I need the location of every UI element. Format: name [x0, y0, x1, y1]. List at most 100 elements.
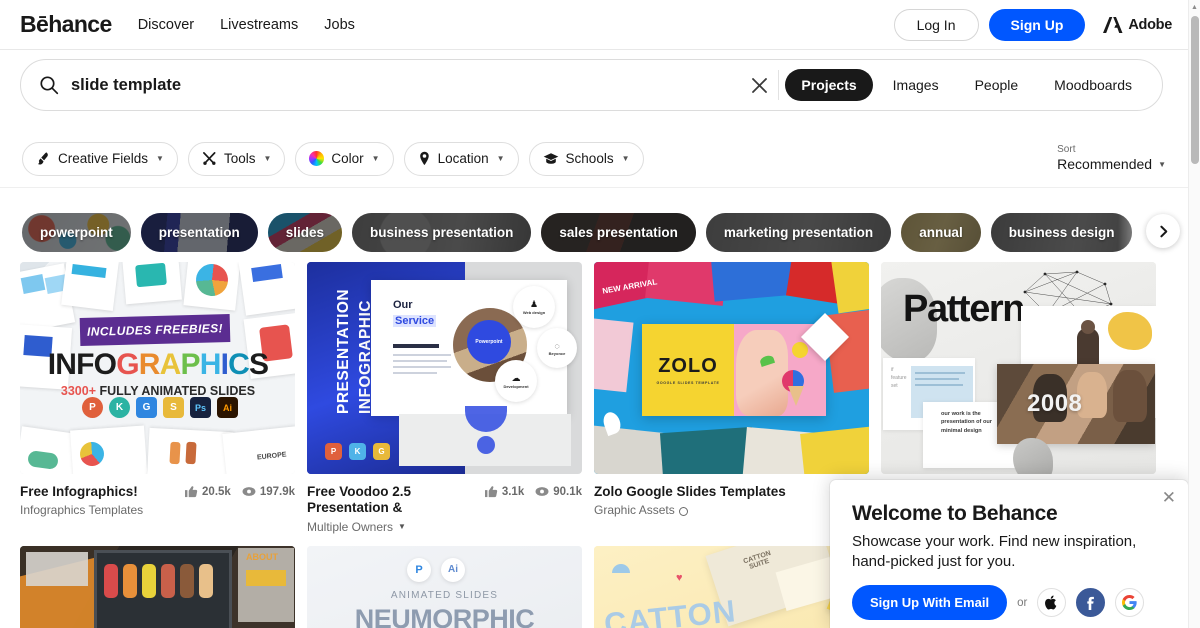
nav-link-discover[interactable]: Discover [138, 17, 194, 33]
project-thumbnail[interactable]: ABOUT [20, 545, 295, 628]
scroll-up-button[interactable]: ▲ [1189, 0, 1200, 14]
thumb-slide-title1: Our [393, 299, 413, 311]
chevron-right-icon [1159, 225, 1167, 237]
tag-chip-label: annual [919, 225, 963, 240]
project-card-text: Free Voodoo 2.5 Presentation & Multiple … [307, 484, 485, 534]
views-count: 197.9k [259, 485, 295, 498]
thumbs-up-icon [484, 486, 498, 498]
color-wheel-icon [309, 151, 325, 166]
tag-chip-business-presentation[interactable]: business presentation [352, 213, 532, 252]
tag-chip-label: business presentation [370, 225, 514, 240]
nav-right-actions: Log In Sign Up Adobe [893, 8, 1172, 41]
popup-actions: Sign Up With Email or [852, 585, 1166, 620]
popup-close-icon[interactable]: ✕ [1162, 489, 1176, 506]
project-owner-label: Infographics Templates [20, 503, 144, 518]
project-owner[interactable]: Infographics Templates [20, 503, 179, 517]
chip-next-button[interactable] [1146, 214, 1180, 248]
project-title[interactable]: Free Voodoo 2.5 Presentation & [307, 484, 479, 517]
chevron-down-icon: ▼ [263, 154, 272, 163]
thumb-sub: ANIMATED SLIDES [390, 589, 499, 601]
thumb-headline: INFOGRAPHICS [47, 348, 269, 381]
filter-schools[interactable]: Schools ▼ [528, 141, 644, 176]
sort-value[interactable]: Recommended ▼ [1057, 156, 1166, 173]
thumb-app-icons: P K G S Ps Ai [82, 397, 238, 418]
thumbs-up-icon [185, 486, 198, 498]
tag-chip-sales-presentation[interactable]: sales presentation [541, 213, 696, 252]
project-thumbnail[interactable]: NEW ARRIVAL ZOLO GOOGLE SLIDES TEMPLATE [594, 262, 869, 474]
tag-chip-annual[interactable]: annual [901, 213, 981, 252]
nav-link-jobs[interactable]: Jobs [324, 17, 355, 33]
filter-creative-fields-label: Creative Fields [58, 151, 149, 166]
chevron-down-icon: ▼ [371, 154, 380, 163]
page-scrollbar[interactable]: ▲ [1188, 0, 1200, 628]
chevron-down-icon: ▼ [156, 154, 164, 163]
facebook-icon[interactable] [1076, 588, 1106, 617]
project-card-text: Zolo Google Slides Templates Graphic Ass… [594, 484, 846, 517]
filter-creative-fields[interactable]: Creative Fields ▼ [22, 141, 178, 176]
nav-link-livestreams[interactable]: Livestreams [220, 17, 298, 33]
sign-up-with-email-button[interactable]: Sign Up With Email [852, 585, 1008, 620]
tag-chip-label: presentation [158, 225, 240, 240]
project-owner-label: Graphic Assets [594, 503, 675, 518]
project-title[interactable]: Free Infographics! [20, 484, 179, 500]
project-card-meta: Free Voodoo 2.5 Presentation & Multiple … [307, 484, 582, 534]
project-card[interactable]: ♥ CATTON SUITE CATTON КОМПЛЕКТ [594, 545, 869, 628]
tag-chip-presentation[interactable]: presentation [140, 213, 258, 252]
search-input[interactable] [71, 75, 743, 95]
tab-images[interactable]: Images [877, 69, 955, 101]
project-owner[interactable]: Graphic Assets [594, 503, 840, 517]
tag-chip-powerpoint[interactable]: powerpoint [22, 213, 131, 252]
tools-icon [202, 152, 216, 165]
tag-chip-label: slides [285, 225, 325, 240]
thumb-app-icon-powerpoint: P [407, 557, 431, 582]
map-pin-icon [419, 151, 429, 165]
verified-badge-icon [678, 506, 688, 516]
adobe-logo-icon [1103, 16, 1123, 33]
project-thumbnail[interactable]: Pattern exclusive mini [881, 262, 1156, 474]
project-thumbnail[interactable]: P Ai ANIMATED SLIDES NEUMORPHIC [307, 545, 582, 628]
tab-people[interactable]: People [959, 69, 1035, 101]
tab-moodboards[interactable]: Moodboards [1038, 69, 1148, 101]
tag-chip-slides[interactable]: slides [267, 213, 343, 252]
project-card-text: Free Infographics! Infographics Template… [20, 484, 185, 517]
sort-control[interactable]: Sort Recommended ▼ [1057, 144, 1166, 173]
project-thumbnail[interactable]: ♥ CATTON SUITE CATTON КОМПЛЕКТ [594, 545, 869, 628]
scrollbar-thumb[interactable] [1191, 16, 1199, 164]
views-count: 90.1k [553, 485, 582, 498]
project-owner[interactable]: Multiple Owners ▼ [307, 520, 479, 534]
project-card[interactable]: INCLUDES FREEBIES! INFOGRAPHICS 3300+ FU… [20, 262, 295, 534]
project-owner-label: Multiple Owners [307, 519, 394, 534]
tag-chip-marketing-presentation[interactable]: marketing presentation [705, 213, 892, 252]
tab-projects[interactable]: Projects [785, 69, 873, 101]
tag-chip-row: powerpoint presentation slides business … [0, 205, 1188, 260]
tag-chip-business-design[interactable]: business design [990, 213, 1133, 252]
filter-buttons: Creative Fields ▼ Tools ▼ Color ▼ Locati… [22, 141, 644, 176]
sign-up-button[interactable]: Sign Up [988, 8, 1086, 41]
project-card[interactable]: PRESENTATION INFOGRAPHIC Our Service Pow… [307, 262, 582, 534]
project-title[interactable]: Zolo Google Slides Templates [594, 484, 840, 500]
chevron-down-icon: ▼ [496, 154, 505, 163]
popup-or-label: or [1017, 596, 1028, 609]
adobe-branding[interactable]: Adobe [1103, 16, 1172, 34]
nav-links: Discover Livestreams Jobs [138, 17, 355, 33]
clear-search-icon[interactable] [742, 77, 776, 94]
filter-location[interactable]: Location ▼ [403, 141, 519, 176]
project-card[interactable]: ABOUT [20, 545, 295, 628]
project-thumbnail[interactable]: INCLUDES FREEBIES! INFOGRAPHICS 3300+ FU… [20, 262, 295, 474]
google-icon[interactable] [1115, 588, 1145, 617]
project-card[interactable]: P Ai ANIMATED SLIDES NEUMORPHIC [307, 545, 582, 628]
project-card[interactable]: NEW ARRIVAL ZOLO GOOGLE SLIDES TEMPLATE [594, 262, 869, 534]
chevron-down-icon: ▼ [1158, 159, 1166, 169]
log-in-button[interactable]: Log In [893, 8, 979, 41]
thumb-side-line1: PRESENTATION [335, 288, 352, 414]
thumb-bubble-2: Beyonce [548, 350, 566, 356]
eye-icon [535, 487, 549, 496]
apple-icon[interactable] [1037, 588, 1067, 617]
project-thumbnail[interactable]: PRESENTATION INFOGRAPHIC Our Service Pow… [307, 262, 582, 474]
behance-logo[interactable]: Bēhance [20, 13, 112, 36]
filter-color-label: Color [331, 151, 364, 166]
brush-icon [37, 152, 48, 165]
top-navigation-bar: Bēhance Discover Livestreams Jobs Log In… [0, 0, 1188, 50]
filter-color[interactable]: Color ▼ [295, 141, 394, 176]
filter-tools[interactable]: Tools ▼ [187, 141, 286, 176]
